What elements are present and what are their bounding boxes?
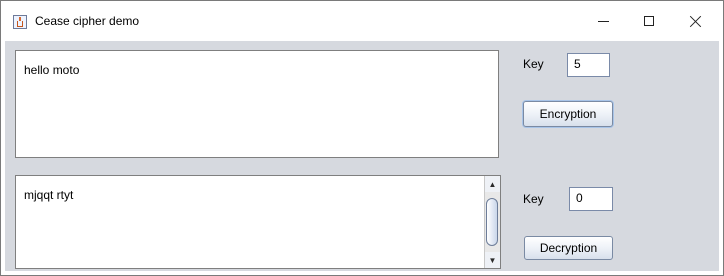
decrypt-key-field[interactable]: 0: [569, 187, 613, 211]
encrypt-key-label: Key: [523, 57, 544, 71]
plaintext-area[interactable]: hello moto: [15, 50, 499, 158]
plaintext-value: hello moto: [24, 63, 80, 77]
title-bar: Cease cipher demo: [1, 1, 723, 41]
minimize-button[interactable]: [580, 1, 626, 41]
encrypt-key-value: 5: [574, 57, 581, 71]
encryption-button-label: Encryption: [539, 107, 597, 121]
maximize-icon: [644, 16, 654, 26]
ciphertext-area[interactable]: mjqqt rtyt ▲ ▼: [15, 175, 501, 269]
decryption-button[interactable]: Decryption: [524, 236, 613, 260]
scroll-down-arrow-icon[interactable]: ▼: [485, 252, 500, 268]
decryption-button-label: Decryption: [539, 241, 598, 255]
decrypt-key-value: 0: [576, 191, 583, 205]
close-button[interactable]: [673, 1, 719, 41]
java-app-icon: [13, 15, 27, 29]
maximize-button[interactable]: [626, 1, 672, 41]
main-panel: hello moto Key 5 Encryption mjqqt rtyt ▲…: [5, 41, 719, 271]
ciphertext-value: mjqqt rtyt: [24, 188, 74, 202]
ciphertext-scrollbar[interactable]: ▲ ▼: [484, 176, 500, 268]
window-title: Cease cipher demo: [35, 14, 140, 28]
minimize-icon: [597, 20, 609, 22]
close-icon: [690, 15, 702, 27]
decrypt-key-label: Key: [523, 192, 544, 206]
app-window: Cease cipher demo hello moto Key 5 Encry…: [0, 0, 724, 276]
scroll-up-arrow-icon[interactable]: ▲: [485, 176, 500, 192]
encryption-button[interactable]: Encryption: [523, 101, 613, 127]
encrypt-key-field[interactable]: 5: [567, 53, 610, 77]
scroll-thumb[interactable]: [486, 198, 498, 246]
